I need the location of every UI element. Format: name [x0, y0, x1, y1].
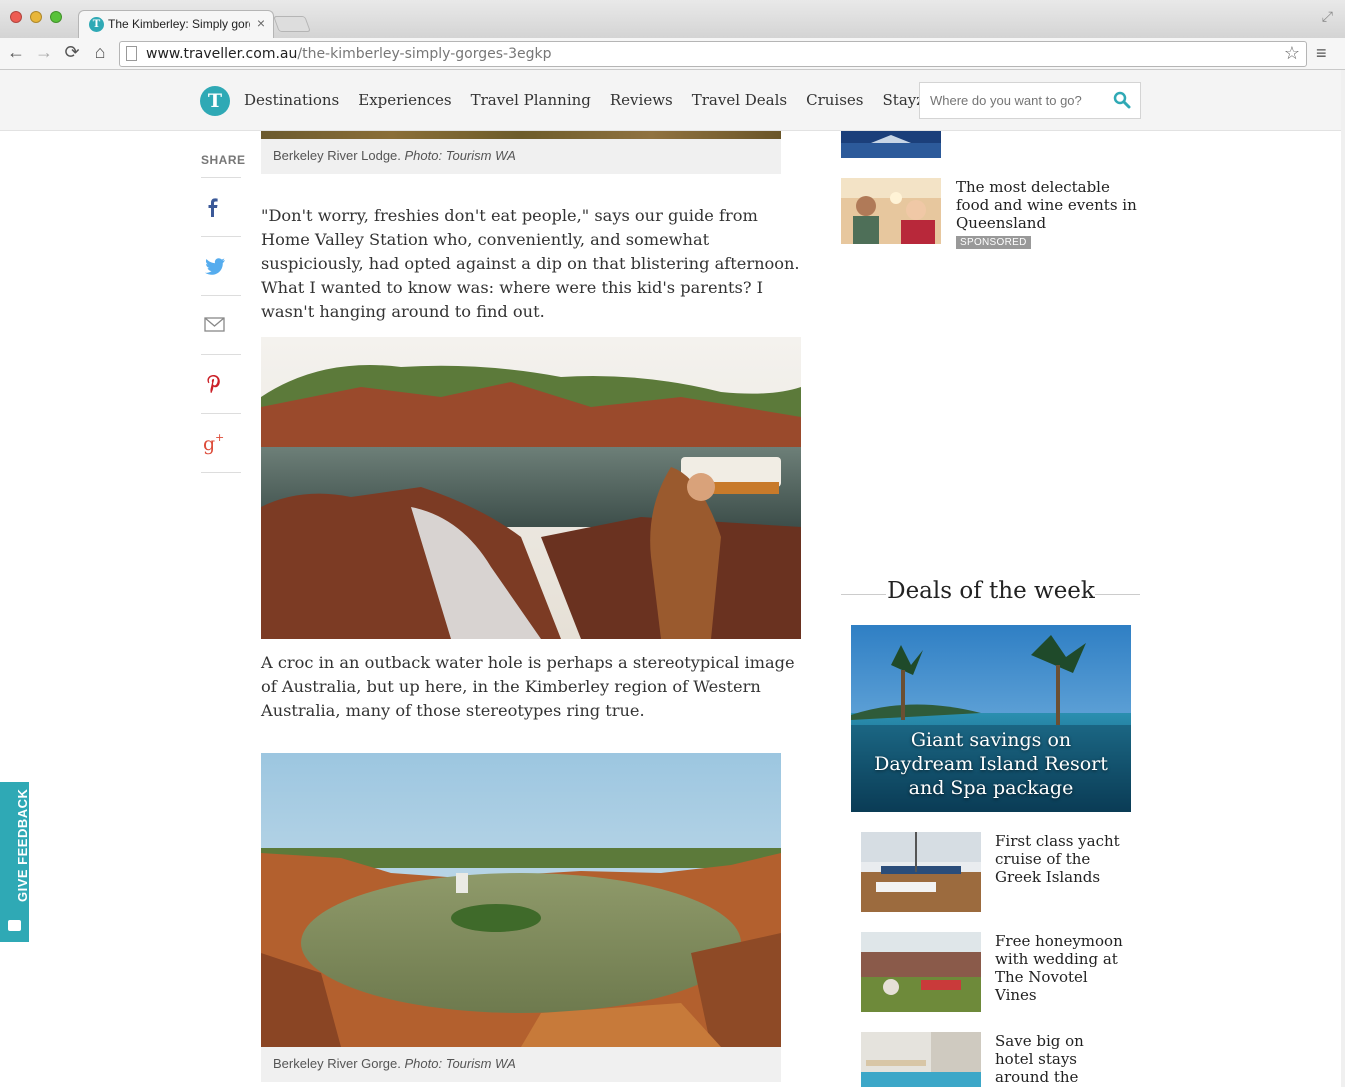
- share-google-plus[interactable]: g +: [201, 413, 241, 472]
- deal-title[interactable]: First class yacht cruise of the Greek Is…: [995, 832, 1125, 886]
- site-header: T Destinations Experiences Travel Planni…: [0, 70, 1341, 131]
- gorge-photo: [261, 753, 781, 1047]
- share-pinterest[interactable]: [201, 354, 241, 413]
- fullscreen-icon[interactable]: ⤢: [1322, 8, 1333, 25]
- share-label: SHARE: [201, 153, 246, 167]
- search-icon[interactable]: [1113, 91, 1131, 109]
- address-bar[interactable]: www.traveller.com.au/the-kimberley-simpl…: [119, 41, 1307, 67]
- deal-title[interactable]: Free honeymoon with wedding at The Novot…: [995, 932, 1125, 1004]
- nav-travel-deals[interactable]: Travel Deals: [692, 91, 787, 109]
- back-button[interactable]: ←: [5, 42, 27, 63]
- browser-titlebar: T The Kimberley: Simply gorges × ⤢: [0, 0, 1345, 38]
- deal-item[interactable]: Free honeymoon with wedding at The Novot…: [861, 932, 1141, 1012]
- caption-credit: Photo: Tourism WA: [404, 1056, 516, 1071]
- pinterest-icon: [207, 374, 220, 393]
- sponsored-badge: SPONSORED: [956, 236, 1031, 249]
- story-title[interactable]: The most delectable food and wine events…: [956, 178, 1146, 232]
- home-button[interactable]: ⌂: [89, 42, 111, 63]
- story-thumbnail[interactable]: [841, 131, 941, 158]
- share-email[interactable]: [201, 295, 241, 354]
- forward-button[interactable]: →: [33, 42, 55, 63]
- tab-close-icon[interactable]: ×: [257, 15, 265, 31]
- deal-item[interactable]: Save big on hotel stays around the world: [861, 1032, 1141, 1087]
- featured-deal[interactable]: Giant savings on Daydream Island Resort …: [851, 625, 1131, 812]
- deal-thumbnail[interactable]: [861, 932, 981, 1012]
- deal-thumbnail[interactable]: [861, 832, 981, 912]
- google-plus-icon: g +: [203, 431, 224, 455]
- share-divider: [201, 472, 241, 473]
- lodge-photo-bottom: [261, 131, 781, 139]
- page-scrollbar[interactable]: [1341, 70, 1345, 1087]
- svg-text:+: +: [215, 431, 224, 444]
- minimize-window-button[interactable]: [30, 11, 42, 23]
- main-nav: Destinations Experiences Travel Planning…: [244, 91, 943, 109]
- new-tab-button[interactable]: [273, 16, 311, 32]
- nav-stayz[interactable]: Stayz: [883, 91, 925, 109]
- photo-caption: Berkeley River Lodge. Photo: Tourism WA: [261, 139, 781, 174]
- article-paragraph: "Don't worry, freshies don't eat people,…: [261, 206, 800, 321]
- give-feedback-tab[interactable]: GIVE FEEDBACK: [0, 782, 30, 942]
- deal-thumbnail[interactable]: [861, 1032, 981, 1087]
- page-icon: [126, 46, 137, 61]
- tab-title: The Kimberley: Simply gorges: [108, 17, 250, 31]
- url-domain: www.traveller.com.au: [146, 46, 298, 62]
- nav-cruises[interactable]: Cruises: [806, 91, 863, 109]
- nav-destinations[interactable]: Destinations: [244, 91, 339, 109]
- favicon-icon: T: [89, 17, 104, 32]
- reload-button[interactable]: ⟳: [61, 42, 83, 63]
- deals-heading: Deals of the week: [887, 578, 1095, 604]
- bookmark-star-icon[interactable]: ☆: [1284, 43, 1300, 64]
- url-text[interactable]: www.traveller.com.au/the-kimberley-simpl…: [146, 46, 552, 62]
- browser-toolbar: ← → ⟳ ⌂ www.traveller.com.au/the-kimberl…: [0, 38, 1345, 70]
- twitter-icon: [205, 258, 225, 275]
- feedback-label: GIVE FEEDBACK: [15, 788, 30, 902]
- zoom-window-button[interactable]: [50, 11, 62, 23]
- photo-caption: Berkeley River Gorge. Photo: Tourism WA: [261, 1047, 781, 1082]
- search-box: [919, 82, 1141, 119]
- email-icon: [204, 317, 225, 332]
- nav-reviews[interactable]: Reviews: [610, 91, 673, 109]
- url-path: /the-kimberley-simply-gorges-3egkp: [297, 46, 552, 62]
- caption-credit: Photo: Tourism WA: [404, 148, 516, 163]
- share-twitter[interactable]: [201, 236, 241, 295]
- caption-text: Berkeley River Gorge.: [273, 1056, 405, 1071]
- nav-travel-planning[interactable]: Travel Planning: [471, 91, 591, 109]
- deal-title[interactable]: Save big on hotel stays around the world: [995, 1032, 1125, 1087]
- close-window-button[interactable]: [10, 11, 22, 23]
- caption-text: Berkeley River Lodge.: [273, 148, 405, 163]
- browser-menu-icon[interactable]: ≡: [1316, 43, 1327, 64]
- browser-tab[interactable]: T The Kimberley: Simply gorges ×: [78, 10, 274, 38]
- heading-rule: [1095, 594, 1140, 595]
- facebook-icon: [208, 198, 218, 217]
- featured-deal-title[interactable]: Giant savings on Daydream Island Resort …: [851, 728, 1131, 800]
- speech-bubble-icon: [8, 920, 21, 931]
- article-paragraph: A croc in an outback water hole is perha…: [261, 653, 795, 720]
- nav-experiences[interactable]: Experiences: [358, 91, 451, 109]
- search-input[interactable]: [920, 83, 1105, 118]
- site-logo[interactable]: T: [200, 86, 230, 116]
- waterhole-photo: [261, 337, 801, 639]
- deal-item[interactable]: First class yacht cruise of the Greek Is…: [861, 832, 1141, 912]
- share-facebook[interactable]: [201, 177, 241, 236]
- svg-text:g: g: [203, 433, 215, 455]
- story-thumbnail[interactable]: [841, 178, 941, 244]
